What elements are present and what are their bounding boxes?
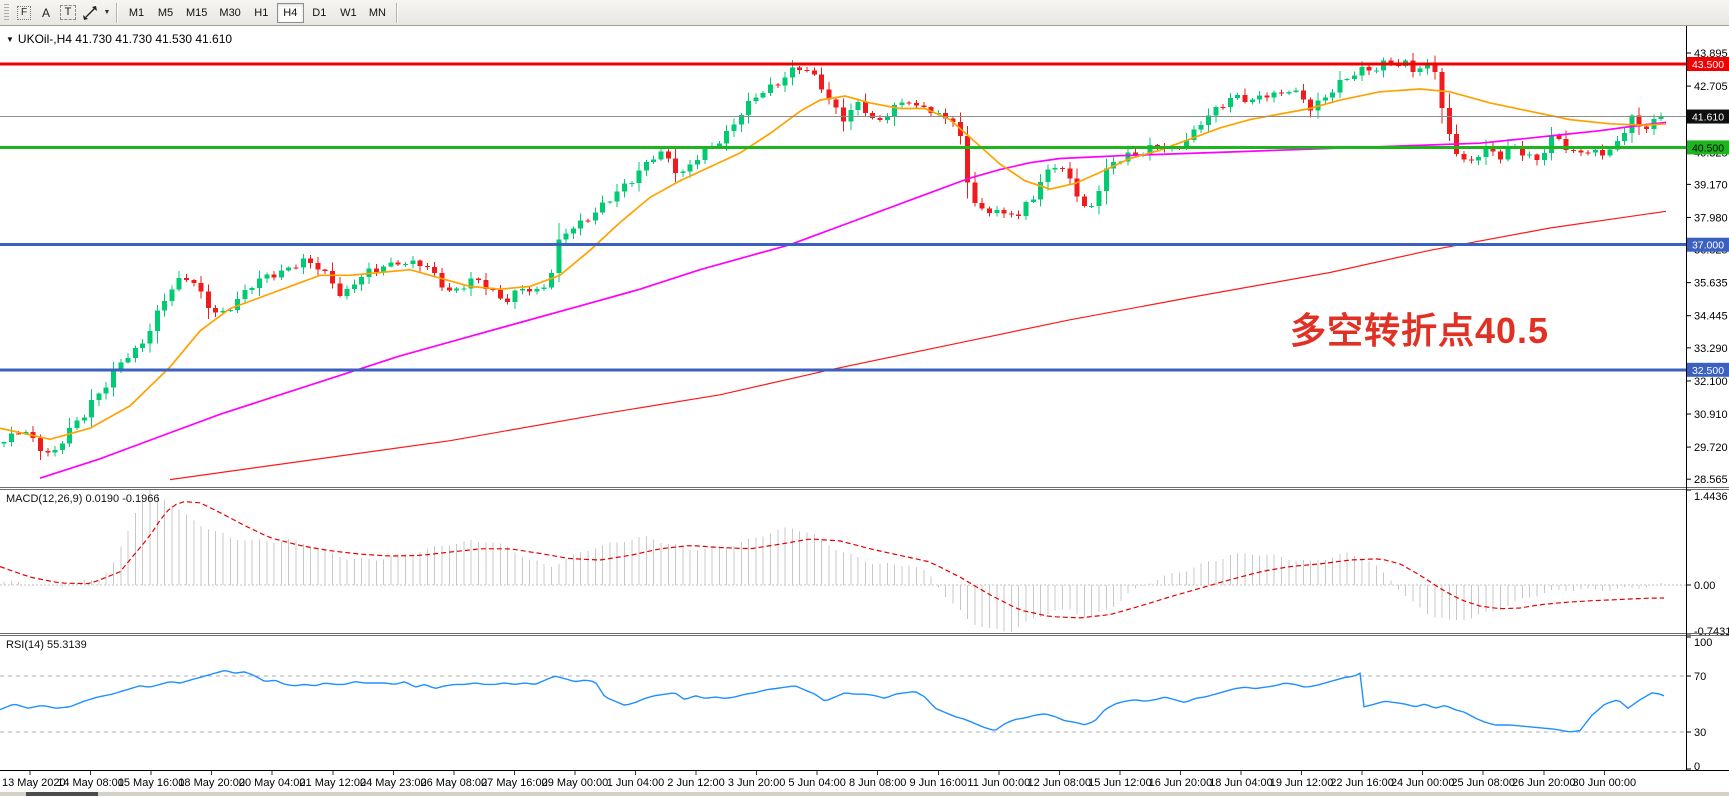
svg-text:29 May 00:00: 29 May 00:00 (542, 777, 609, 789)
svg-text:34.445: 34.445 (1694, 311, 1728, 323)
svg-text:8 Jun 08:00: 8 Jun 08:00 (849, 777, 907, 789)
svg-text:13 May 2020: 13 May 2020 (2, 777, 66, 789)
svg-text:20 May 04:00: 20 May 04:00 (239, 777, 306, 789)
chart-canvas[interactable]: 43.89542.70541.51540.32539.17037.98036.8… (0, 26, 1729, 792)
svg-text:41.610: 41.610 (1692, 112, 1724, 124)
timeframe-button-w1[interactable]: W1 (335, 3, 362, 23)
svg-text:43.500: 43.500 (1692, 59, 1724, 71)
svg-text:3 Jun 20:00: 3 Jun 20:00 (728, 777, 786, 789)
svg-text:2 Jun 12:00: 2 Jun 12:00 (667, 777, 725, 789)
price-badge-32.500: 32.500 (1687, 363, 1729, 377)
toolbar-icon-group: FAT ▼ (13, 3, 112, 23)
svg-text:0.00: 0.00 (1694, 580, 1715, 592)
svg-text:32.500: 32.500 (1692, 365, 1724, 377)
svg-text:27 May 16:00: 27 May 16:00 (481, 777, 548, 789)
arrow-objects-icon[interactable] (79, 3, 101, 23)
timeframe-button-m15[interactable]: M15 (181, 3, 212, 23)
svg-text:30.910: 30.910 (1694, 409, 1728, 421)
horizontal-scrollbar[interactable] (0, 792, 1729, 796)
svg-text:30: 30 (1694, 727, 1706, 739)
price-badge-37.000: 37.000 (1687, 238, 1729, 252)
timeframe-button-d1[interactable]: D1 (306, 3, 333, 23)
font-a-icon[interactable]: A (35, 3, 57, 23)
svg-text:18 Jun 04:00: 18 Jun 04:00 (1209, 777, 1273, 789)
svg-text:14 May 08:00: 14 May 08:00 (57, 777, 124, 789)
timeframe-button-m1[interactable]: M1 (123, 3, 150, 23)
svg-text:100: 100 (1694, 637, 1712, 649)
svg-text:40.500: 40.500 (1692, 142, 1724, 154)
toolbar-separator (396, 3, 398, 23)
toolbar-separator (116, 3, 118, 23)
svg-text:11 Jun 00:00: 11 Jun 00:00 (967, 777, 1030, 789)
svg-text:42.705: 42.705 (1694, 81, 1728, 93)
svg-text:25 Jun 08:00: 25 Jun 08:00 (1451, 777, 1515, 789)
svg-text:70: 70 (1694, 671, 1706, 683)
svg-text:37.980: 37.980 (1694, 212, 1728, 224)
svg-text:35.635: 35.635 (1694, 278, 1728, 290)
dropdown-caret-icon[interactable]: ▼ (102, 3, 112, 23)
price-badge-43.500: 43.500 (1687, 57, 1729, 71)
svg-text:1.4436: 1.4436 (1694, 491, 1728, 503)
svg-text:30 Jun 00:00: 30 Jun 00:00 (1572, 777, 1636, 789)
svg-text:32.100: 32.100 (1694, 376, 1728, 388)
timeframe-button-h1[interactable]: H1 (248, 3, 275, 23)
svg-text:33.290: 33.290 (1694, 343, 1728, 355)
svg-text:28.565: 28.565 (1694, 474, 1728, 486)
svg-text:24 May 23:00: 24 May 23:00 (360, 777, 427, 789)
toolbar-grip[interactable] (4, 4, 9, 22)
svg-text:19 Jun 12:00: 19 Jun 12:00 (1270, 777, 1334, 789)
svg-text:9 Jun 16:00: 9 Jun 16:00 (910, 777, 968, 789)
svg-text:5 Jun 04:00: 5 Jun 04:00 (788, 777, 846, 789)
svg-text:16 Jun 20:00: 16 Jun 20:00 (1149, 777, 1213, 789)
timeframe-button-h4[interactable]: H4 (277, 3, 304, 23)
svg-text:15 May 16:00: 15 May 16:00 (118, 777, 185, 789)
svg-text:37.000: 37.000 (1692, 240, 1724, 252)
svg-text:0: 0 (1694, 761, 1700, 773)
timeframe-button-m5[interactable]: M5 (152, 3, 179, 23)
timeframe-group: M1M5M15M30H1H4D1W1MN (122, 3, 392, 23)
text-label-icon[interactable]: T (57, 3, 79, 23)
chart-area[interactable]: 43.89542.70541.51540.32539.17037.98036.8… (0, 26, 1729, 792)
price-badge-40.500: 40.500 (1687, 140, 1729, 154)
svg-text:22 Jun 16:00: 22 Jun 16:00 (1330, 777, 1394, 789)
svg-text:26 Jun 20:00: 26 Jun 20:00 (1512, 777, 1576, 789)
svg-text:18 May 20:00: 18 May 20:00 (178, 777, 245, 789)
svg-text:15 Jun 12:00: 15 Jun 12:00 (1088, 777, 1152, 789)
svg-text:12 Jun 08:00: 12 Jun 08:00 (1028, 777, 1092, 789)
svg-text:21 May 12:00: 21 May 12:00 (299, 777, 366, 789)
chart-grid-f-icon[interactable]: F (13, 3, 35, 23)
svg-text:26 May 08:00: 26 May 08:00 (421, 777, 488, 789)
timeframe-button-mn[interactable]: MN (364, 3, 391, 23)
toolbar: FAT ▼ M1M5M15M30H1H4D1W1MN (0, 0, 1729, 26)
svg-text:29.720: 29.720 (1694, 442, 1728, 454)
scrollbar-thumb[interactable] (26, 792, 98, 796)
timeframe-button-m30[interactable]: M30 (214, 3, 245, 23)
svg-text:24 Jun 00:00: 24 Jun 00:00 (1391, 777, 1455, 789)
svg-text:39.170: 39.170 (1694, 179, 1728, 191)
svg-text:1 Jun 04:00: 1 Jun 04:00 (607, 777, 665, 789)
price-badge-41.610: 41.610 (1687, 110, 1729, 124)
